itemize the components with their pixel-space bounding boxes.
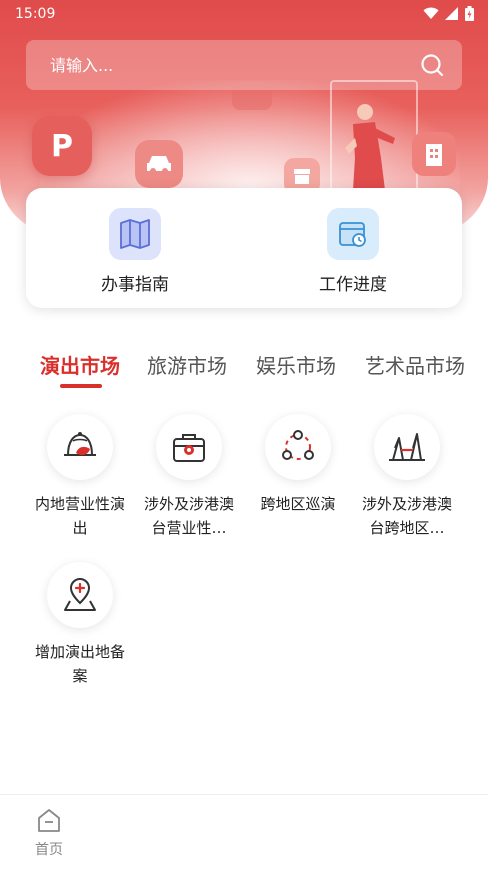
person-illustration <box>345 104 395 190</box>
tab-performance-market[interactable]: 演出市场 <box>40 350 120 379</box>
wifi-icon <box>423 7 439 19</box>
service-label: 内地营业性演出 <box>34 495 125 537</box>
market-tabs: 演出市场 旅游市场 娱乐市场 艺术品市场 <box>40 350 488 390</box>
work-progress-button[interactable]: 工作进度 <box>283 208 423 295</box>
service-guide-button[interactable]: 办事指南 <box>65 208 205 295</box>
parking-illustration-icon: P <box>32 116 92 176</box>
search-icon[interactable] <box>420 53 444 77</box>
nav-home-button[interactable]: 首页 <box>26 807 72 859</box>
tab-art-market[interactable]: 艺术品市场 <box>365 350 465 379</box>
service-domestic-performance[interactable]: 内地营业性演出 <box>25 414 135 540</box>
theater-hat-icon <box>47 414 113 480</box>
signal-icon <box>445 7 458 20</box>
service-foreign-hkmt-performance[interactable]: 涉外及涉港澳台营业性… <box>134 414 244 540</box>
circuit-tour-icon <box>265 414 331 480</box>
status-bar: 15:09 <box>0 0 488 28</box>
search-input[interactable] <box>48 54 420 76</box>
quick-actions-card: 办事指南 工作进度 <box>26 188 462 308</box>
tab-tourism-market[interactable]: 旅游市场 <box>147 350 227 379</box>
service-label: 跨地区巡演 <box>260 495 336 513</box>
battery-icon <box>465 6 474 21</box>
bottom-navigation: 首页 <box>0 794 488 869</box>
service-foreign-hkmt-cross-region[interactable]: 涉外及涉港澳台跨地区… <box>352 414 462 540</box>
calendar-clock-icon <box>327 208 379 260</box>
landmark-icon <box>374 414 440 480</box>
car-illustration-icon <box>135 140 183 188</box>
active-tab-indicator <box>60 384 102 388</box>
status-icons <box>423 6 474 21</box>
app-screen: P 15:09 请输入... 办事指南 工作进度 演出市场 旅游市场 娱乐市场 … <box>0 0 488 869</box>
service-cross-region-tour[interactable]: 跨地区巡演 <box>243 414 353 516</box>
service-label: 涉外及涉港澳台跨地区… <box>361 495 452 537</box>
service-guide-label: 办事指南 <box>101 275 169 295</box>
search-bar[interactable] <box>26 40 462 90</box>
service-add-venue-filing[interactable]: 增加演出地备案 <box>25 562 135 688</box>
service-label: 增加演出地备案 <box>34 643 125 685</box>
hospital-illustration-icon <box>412 132 456 176</box>
service-label: 涉外及涉港澳台营业性… <box>143 495 234 537</box>
home-icon <box>38 809 60 832</box>
location-add-icon <box>47 562 113 628</box>
work-progress-label: 工作进度 <box>319 275 387 295</box>
tab-entertainment-market[interactable]: 娱乐市场 <box>256 350 336 379</box>
status-time: 15:09 <box>15 6 56 22</box>
map-guide-icon <box>109 208 161 260</box>
briefcase-icon <box>156 414 222 480</box>
nav-home-label: 首页 <box>35 842 63 858</box>
